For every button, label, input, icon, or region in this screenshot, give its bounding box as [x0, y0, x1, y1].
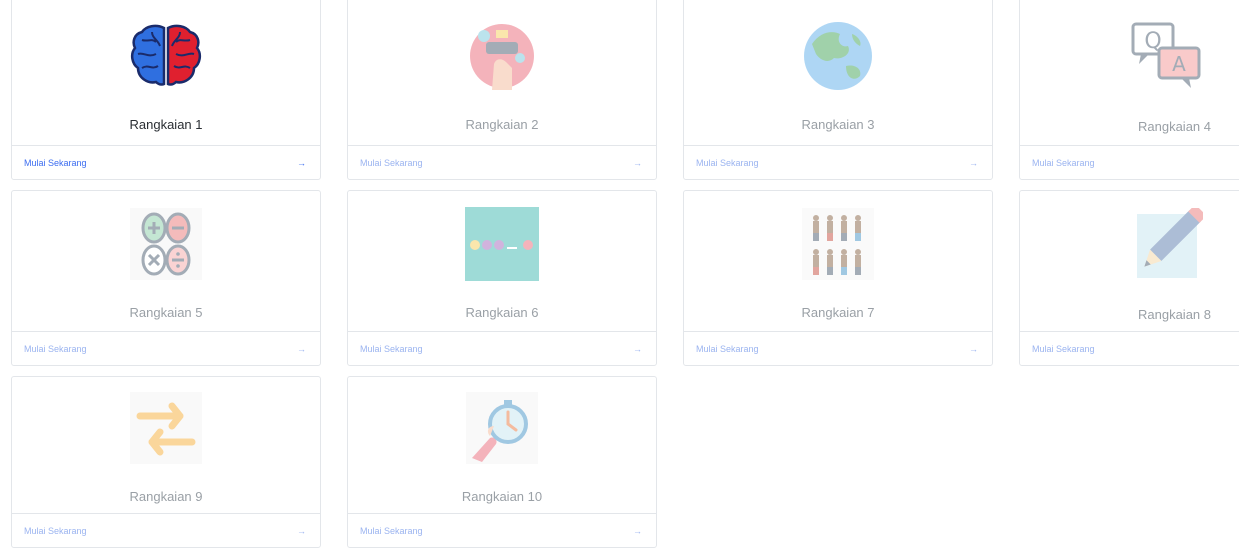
start-now-link[interactable]: Mulai Sekarang →: [1020, 145, 1239, 179]
start-now-link[interactable]: Mulai Sekarang →: [348, 331, 656, 365]
card-title: Rangkaian 9: [129, 489, 203, 504]
card-rangkaian-4[interactable]: Q A Rangkaian 4 Mulai Sekarang →: [1019, 0, 1239, 180]
arrow-right-icon[interactable]: →: [969, 344, 980, 354]
brain-icon: [125, 15, 207, 97]
arrow-right-icon[interactable]: →: [969, 158, 980, 168]
start-now-label[interactable]: Mulai Sekarang: [696, 344, 759, 354]
card-rangkaian-1[interactable]: Rangkaian 1 Mulai Sekarang →: [11, 0, 321, 180]
arrow-right-icon[interactable]: →: [633, 158, 644, 168]
stopwatch-icon: [461, 387, 543, 469]
start-now-label[interactable]: Mulai Sekarang: [24, 344, 87, 354]
start-now-link[interactable]: Mulai Sekarang →: [12, 331, 320, 365]
card-rangkaian-9[interactable]: Rangkaian 9 Mulai Sekarang →: [11, 376, 321, 548]
start-now-label[interactable]: Mulai Sekarang: [360, 158, 423, 168]
card-title: Rangkaian 3: [801, 117, 875, 132]
card-rangkaian-7[interactable]: Rangkaian 7 Mulai Sekarang →: [683, 190, 993, 366]
start-now-link[interactable]: Mulai Sekarang →: [12, 513, 320, 547]
card-rangkaian-2[interactable]: Rangkaian 2 Mulai Sekarang →: [347, 0, 657, 180]
card-title: Rangkaian 8: [1138, 307, 1211, 322]
card-title: Rangkaian 5: [129, 305, 203, 320]
start-now-label[interactable]: Mulai Sekarang: [360, 526, 423, 536]
start-now-link[interactable]: Mulai Sekarang →: [1020, 331, 1239, 365]
svg-text:A: A: [1172, 52, 1186, 76]
start-now-label[interactable]: Mulai Sekarang: [1032, 158, 1095, 168]
start-now-link[interactable]: Mulai Sekarang →: [348, 513, 656, 547]
arrow-right-icon[interactable]: →: [297, 158, 308, 168]
card-title: Rangkaian 7: [801, 305, 875, 320]
start-now-link[interactable]: Mulai Sekarang →: [684, 145, 992, 179]
start-now-label[interactable]: Mulai Sekarang: [1032, 344, 1095, 354]
people-group-icon: [797, 203, 879, 285]
start-now-link[interactable]: Mulai Sekarang →: [12, 145, 320, 179]
technology-hand-icon: [461, 15, 543, 97]
start-now-label[interactable]: Mulai Sekarang: [360, 344, 423, 354]
number-sequence-icon: [461, 203, 543, 285]
start-now-label[interactable]: Mulai Sekarang: [696, 158, 759, 168]
pencil-icon: [1126, 203, 1208, 285]
card-title: Rangkaian 4: [1138, 119, 1211, 134]
globe-icon: [797, 15, 879, 97]
card-rangkaian-3[interactable]: Rangkaian 3 Mulai Sekarang →: [683, 0, 993, 180]
card-title: Rangkaian 10: [461, 489, 543, 504]
card-rangkaian-10[interactable]: Rangkaian 10 Mulai Sekarang →: [347, 376, 657, 548]
start-now-link[interactable]: Mulai Sekarang →: [348, 145, 656, 179]
card-title: Rangkaian 1: [129, 117, 203, 132]
card-title: Rangkaian 2: [465, 117, 539, 132]
card-rangkaian-5[interactable]: Rangkaian 5 Mulai Sekarang →: [11, 190, 321, 366]
arrow-right-icon[interactable]: →: [297, 526, 308, 536]
start-now-label[interactable]: Mulai Sekarang: [24, 158, 87, 168]
question-answer-icon: Q A: [1126, 15, 1208, 97]
card-rangkaian-6[interactable]: Rangkaian 6 Mulai Sekarang →: [347, 190, 657, 366]
arrow-right-icon[interactable]: →: [633, 526, 644, 536]
card-rangkaian-8[interactable]: Rangkaian 8 Mulai Sekarang →: [1019, 190, 1239, 366]
swap-arrows-icon: [125, 387, 207, 469]
arrow-right-icon[interactable]: →: [297, 344, 308, 354]
start-now-link[interactable]: Mulai Sekarang →: [684, 331, 992, 365]
math-operators-icon: [125, 203, 207, 285]
card-title: Rangkaian 6: [465, 305, 539, 320]
start-now-label[interactable]: Mulai Sekarang: [24, 526, 87, 536]
arrow-right-icon[interactable]: →: [633, 344, 644, 354]
